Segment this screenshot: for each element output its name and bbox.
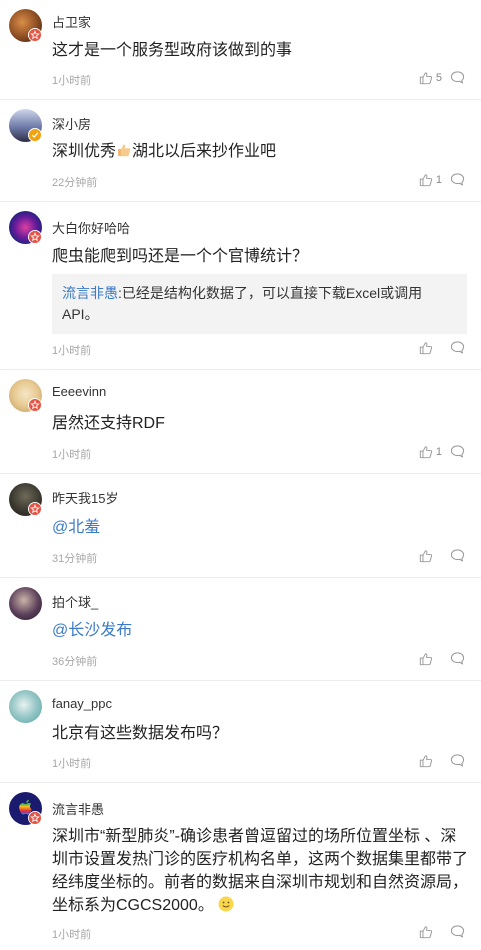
- like-button[interactable]: [419, 549, 442, 563]
- comment-item: 大白你好哈哈 爬虫能爬到吗还是一个个官博统计？ 流言非愚:已经是结构化数据了，可…: [0, 202, 481, 370]
- thumbs-up-icon: [419, 341, 433, 355]
- like-count: 5: [435, 71, 442, 84]
- thumbs-up-icon: [419, 549, 433, 563]
- red-badge-icon: [28, 502, 42, 516]
- comment-item: 昨天我15岁 @北羞 31分钟前: [0, 474, 481, 578]
- username[interactable]: 深小房: [52, 114, 91, 133]
- timestamp: 1小时前: [52, 75, 92, 87]
- username[interactable]: 占卫家: [52, 12, 91, 31]
- like-button[interactable]: 1: [419, 445, 442, 459]
- orange-verified-badge-icon: [28, 128, 42, 142]
- quoted-reply: 流言非愚:已经是结构化数据了，可以直接下载Excel或调用API。: [52, 274, 467, 334]
- timestamp: 36分钟前: [52, 656, 98, 668]
- like-button[interactable]: 1: [419, 173, 442, 187]
- reply-icon[interactable]: [450, 70, 465, 85]
- comment-item: 流言非愚 深圳市“新型肺炎”-确诊患者曾逗留过的场所位置坐标 、深圳市设置发热门…: [0, 783, 481, 948]
- comment-text: 爬虫能爬到吗还是一个个官博统计？: [52, 248, 309, 265]
- thumbs-up-icon: [419, 652, 433, 666]
- timestamp: 1小时前: [52, 345, 92, 357]
- quoted-username[interactable]: 流言非愚: [62, 285, 118, 301]
- thumbs-up-icon: [419, 754, 433, 768]
- mention-link[interactable]: @长沙发布: [52, 619, 132, 642]
- thumbs-up-icon: [419, 925, 433, 939]
- timestamp: 1小时前: [52, 449, 92, 461]
- red-badge-icon: [28, 398, 42, 412]
- timestamp: 1小时前: [52, 758, 92, 770]
- timestamp: 31分钟前: [52, 553, 98, 565]
- username[interactable]: 流言非愚: [52, 799, 104, 818]
- like-button[interactable]: [419, 925, 442, 939]
- comment-text-part: 深圳优秀: [52, 143, 117, 160]
- reply-icon[interactable]: [450, 444, 465, 459]
- thumbs-up-icon: [419, 173, 433, 187]
- reply-icon[interactable]: [450, 340, 465, 355]
- comment-item: fanay_ppc 北京有这些数据发布吗？ 1小时前: [0, 681, 481, 783]
- comment-text: 居然还支持RDF: [52, 415, 165, 432]
- thumbs-up-emoji: [116, 142, 132, 165]
- like-button[interactable]: [419, 341, 442, 355]
- comment-text: 北京有这些数据发布吗？: [52, 725, 229, 742]
- reply-icon[interactable]: [450, 548, 465, 563]
- comment-text: 这才是一个服务型政府该做到的事: [52, 42, 293, 59]
- red-badge-icon: [28, 28, 42, 42]
- comment-text: 深圳优秀 湖北以后来抄作业吧: [52, 140, 465, 165]
- username[interactable]: 拍个球_: [52, 592, 98, 611]
- reply-icon[interactable]: [450, 172, 465, 187]
- red-badge-icon: [28, 811, 42, 825]
- comment-item: 深小房 深圳优秀 湖北以后来抄作业吧 22分钟前 1: [0, 100, 481, 202]
- comment-item: 占卫家 这才是一个服务型政府该做到的事 1小时前 5: [0, 0, 481, 100]
- username[interactable]: fanay_ppc: [52, 696, 112, 711]
- timestamp: 22分钟前: [52, 177, 98, 189]
- avatar[interactable]: [9, 587, 42, 620]
- username[interactable]: Eeeevinn: [52, 384, 106, 399]
- avatar[interactable]: [9, 690, 42, 723]
- thumbs-up-icon: [419, 71, 433, 85]
- like-button[interactable]: [419, 754, 442, 768]
- reply-icon[interactable]: [450, 753, 465, 768]
- like-count: 1: [435, 445, 442, 458]
- username[interactable]: 大白你好哈哈: [52, 218, 130, 237]
- reply-icon[interactable]: [450, 651, 465, 666]
- thumbs-up-icon: [419, 445, 433, 459]
- mention-link[interactable]: @北羞: [52, 516, 100, 539]
- comment-text: 深圳市“新型肺炎”-确诊患者曾逗留过的场所位置坐标 、深圳市设置发热门诊的医疗机…: [52, 825, 471, 919]
- comment-text-part: 湖北以后来抄作业吧: [132, 143, 277, 160]
- like-button[interactable]: 5: [419, 71, 442, 85]
- like-count: 1: [435, 173, 442, 186]
- reply-icon[interactable]: [450, 924, 465, 939]
- comment-item: 拍个球_ @长沙发布 36分钟前: [0, 578, 481, 681]
- comment-text-part: 深圳市“新型肺炎”-确诊患者曾逗留过的场所位置坐标 、深圳市设置发热门诊的医疗机…: [52, 828, 469, 914]
- username[interactable]: 昨天我15岁: [52, 488, 118, 507]
- red-badge-icon: [28, 230, 42, 244]
- smile-emoji: [218, 896, 234, 919]
- comment-item: Eeeevinn 居然还支持RDF 1小时前 1: [0, 370, 481, 474]
- like-button[interactable]: [419, 652, 442, 666]
- timestamp: 1小时前: [52, 929, 92, 941]
